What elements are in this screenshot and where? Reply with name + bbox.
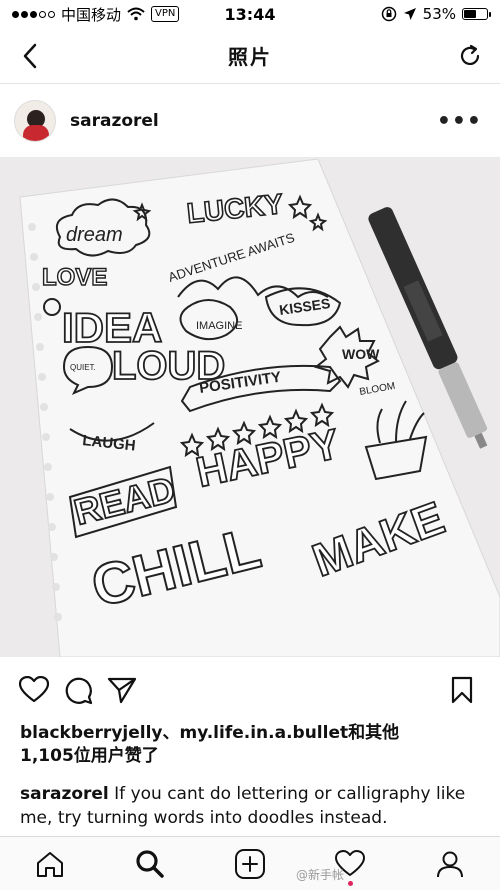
status-bar: 中国移动 VPN 13:44 53%: [0, 0, 500, 28]
post-action-bar: [0, 665, 500, 715]
share-button[interactable]: [102, 670, 142, 710]
profile-icon: [437, 851, 463, 877]
battery-percentage: 53%: [422, 5, 456, 23]
bookmark-icon: [451, 676, 473, 704]
carrier-label: 中国移动: [61, 5, 122, 24]
notification-dot: [348, 880, 353, 886]
comment-button[interactable]: [58, 670, 98, 710]
more-options-button[interactable]: •••: [433, 105, 486, 138]
signal-strength-icon: [12, 10, 55, 18]
liked-by-names[interactable]: blackberryjelly、my.life.in.a.bullet和其他: [20, 722, 490, 745]
like-button[interactable]: [14, 670, 54, 710]
heart-icon: [19, 676, 49, 703]
likes-summary[interactable]: blackberryjelly、my.life.in.a.bullet和其他 1…: [20, 722, 490, 768]
doodle-dream: dream: [66, 224, 123, 246]
battery-icon: [462, 8, 491, 20]
home-icon: [37, 851, 63, 877]
refresh-button[interactable]: [454, 40, 486, 72]
post-caption: sarazorel If you cant do lettering or ca…: [20, 782, 490, 830]
doodle-love: LOVE: [42, 264, 107, 291]
caption-username[interactable]: sarazorel: [20, 784, 109, 804]
doodle-wow: WOW: [342, 346, 380, 362]
save-button[interactable]: [442, 670, 482, 710]
post-header: sarazorel •••: [0, 85, 500, 157]
tab-search[interactable]: [120, 839, 180, 889]
page-title: 照片: [228, 45, 272, 69]
search-icon: [136, 849, 164, 878]
post-username[interactable]: sarazorel: [70, 111, 433, 131]
tab-new-post[interactable]: [220, 839, 280, 889]
post-photo[interactable]: dream LUCKY LOVE ADVENTURE AWAITS IDEA I…: [0, 157, 500, 657]
tab-profile[interactable]: [420, 839, 480, 889]
orientation-lock-icon: [381, 6, 396, 22]
nav-bar: 照片: [0, 28, 500, 84]
chevron-left-icon: [23, 43, 37, 69]
watermark: @新手帐: [296, 868, 345, 882]
likes-count[interactable]: 1,105位用户赞了: [20, 745, 490, 768]
doodle-imagine: IMAGINE: [196, 320, 242, 332]
add-post-icon: [235, 848, 265, 879]
vpn-badge: VPN: [151, 6, 180, 22]
battery-level-fill: [464, 10, 476, 18]
bottom-tab-bar: [0, 836, 500, 890]
location-arrow-icon: [403, 8, 416, 20]
send-icon: [107, 677, 137, 704]
avatar[interactable]: [14, 100, 56, 142]
comment-icon: [65, 677, 93, 705]
doodle-quiet: QUIET.: [70, 363, 96, 372]
back-button[interactable]: [14, 40, 46, 72]
refresh-icon: [460, 44, 480, 65]
tab-home[interactable]: [20, 839, 80, 889]
wifi-icon: [127, 7, 145, 21]
